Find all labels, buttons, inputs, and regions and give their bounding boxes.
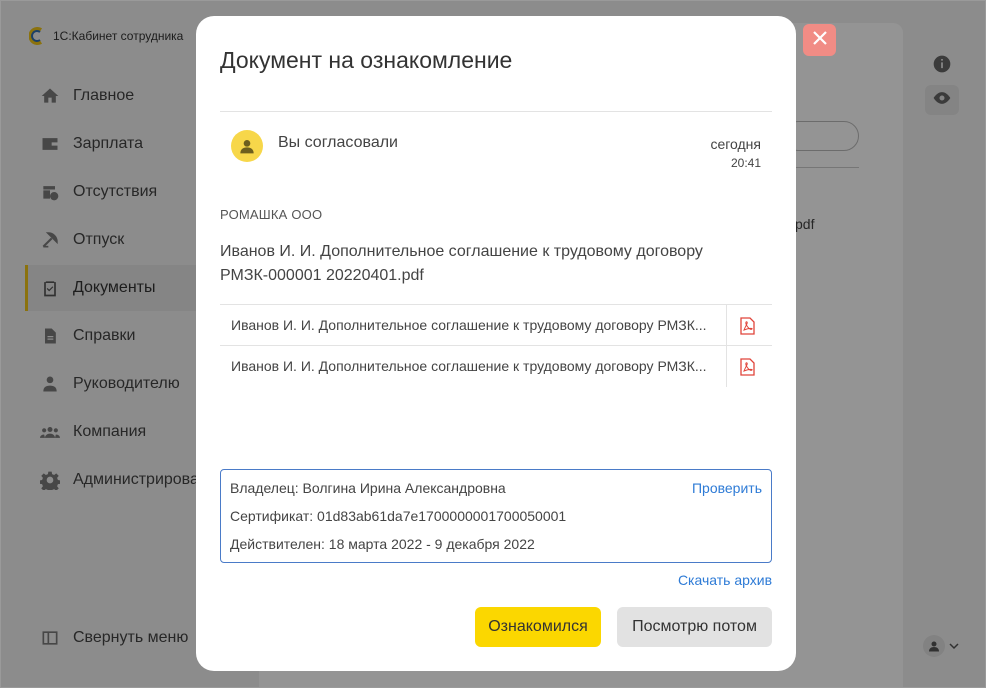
dialog-title: Документ на ознакомление — [220, 47, 513, 73]
view-later-button[interactable]: Посмотрю потом — [617, 607, 772, 647]
status-time: 20:41 — [730, 156, 761, 170]
divider — [220, 111, 772, 112]
divider — [726, 346, 727, 387]
pdf-icon[interactable] — [738, 358, 756, 376]
file-name: Иванов И. И. Дополнительное соглашение к… — [231, 358, 707, 374]
divider — [726, 305, 727, 346]
app-window: 1С:Кабинет сотрудника Главное Зарплата О… — [0, 0, 986, 688]
status-text: Вы согласовали — [278, 134, 398, 151]
approval-status: Вы согласовали сегодня 20:41 — [220, 130, 772, 180]
organization-name: РОМАШКА ООО — [220, 207, 323, 222]
certificate-validity: Действителен: 18 марта 2022 - 9 декабря … — [230, 536, 535, 552]
download-archive-link[interactable]: Скачать архив — [678, 572, 772, 588]
file-row[interactable]: Иванов И. И. Дополнительное соглашение к… — [220, 345, 772, 387]
status-date: сегодня — [710, 136, 761, 152]
certificate-number: Сертификат: 01d83ab61da7e170000000170005… — [230, 508, 567, 524]
file-name: Иванов И. И. Дополнительное соглашение к… — [231, 317, 707, 333]
user-icon — [240, 140, 254, 154]
signature-certificate-box: Владелец: Волгина Ирина Александровна Пр… — [220, 469, 772, 563]
certificate-owner: Владелец: Волгина Ирина Александровна — [230, 480, 506, 496]
close-dialog-button[interactable] — [803, 24, 836, 56]
avatar — [231, 130, 263, 162]
check-signature-link[interactable]: Проверить — [692, 480, 762, 496]
pdf-icon[interactable] — [738, 317, 756, 335]
close-icon — [812, 30, 828, 51]
document-dialog: Документ на ознакомление Вы согласовали … — [196, 16, 796, 671]
document-title: Иванов И. И. Дополнительное соглашение к… — [220, 243, 703, 284]
acknowledge-button[interactable]: Ознакомился — [475, 607, 601, 647]
file-row[interactable]: Иванов И. И. Дополнительное соглашение к… — [220, 304, 772, 346]
